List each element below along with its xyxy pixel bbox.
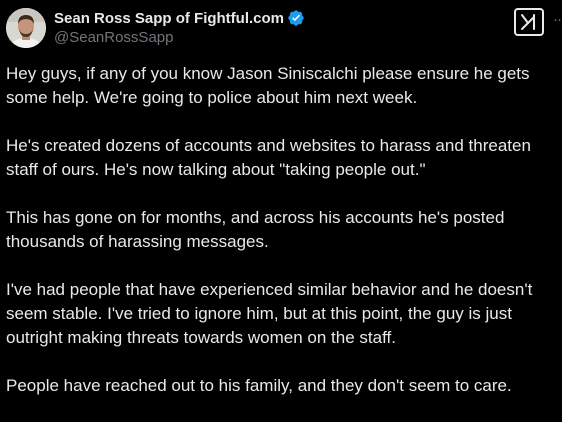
tweet-header: Sean Ross Sapp of Fightful.com @SeanRoss… bbox=[54, 8, 502, 46]
tweet-paragraph: I've had people that have experienced si… bbox=[6, 280, 533, 347]
more-options-icon[interactable]: ·· bbox=[553, 10, 562, 30]
name-row: Sean Ross Sapp of Fightful.com bbox=[54, 8, 502, 28]
grok-button[interactable] bbox=[514, 8, 544, 36]
verified-badge-icon[interactable] bbox=[287, 9, 305, 27]
handle[interactable]: @SeanRossSapp bbox=[54, 29, 502, 46]
tweet-text: Hey guys, if any of you know Jason Sinis… bbox=[6, 62, 554, 422]
avatar[interactable] bbox=[6, 8, 46, 48]
tweet-paragraph: People have reached out to his family, a… bbox=[6, 376, 512, 395]
display-name[interactable]: Sean Ross Sapp of Fightful.com bbox=[54, 10, 284, 27]
tweet-card: Sean Ross Sapp of Fightful.com @SeanRoss… bbox=[0, 0, 562, 406]
grok-icon bbox=[521, 14, 535, 30]
tweet-paragraph: Hey guys, if any of you know Jason Sinis… bbox=[6, 64, 530, 107]
tweet-paragraph: This has gone on for months, and across … bbox=[6, 208, 505, 251]
profile-photo-icon bbox=[6, 8, 46, 48]
tweet-paragraph: He's created dozens of accounts and webs… bbox=[6, 136, 531, 179]
